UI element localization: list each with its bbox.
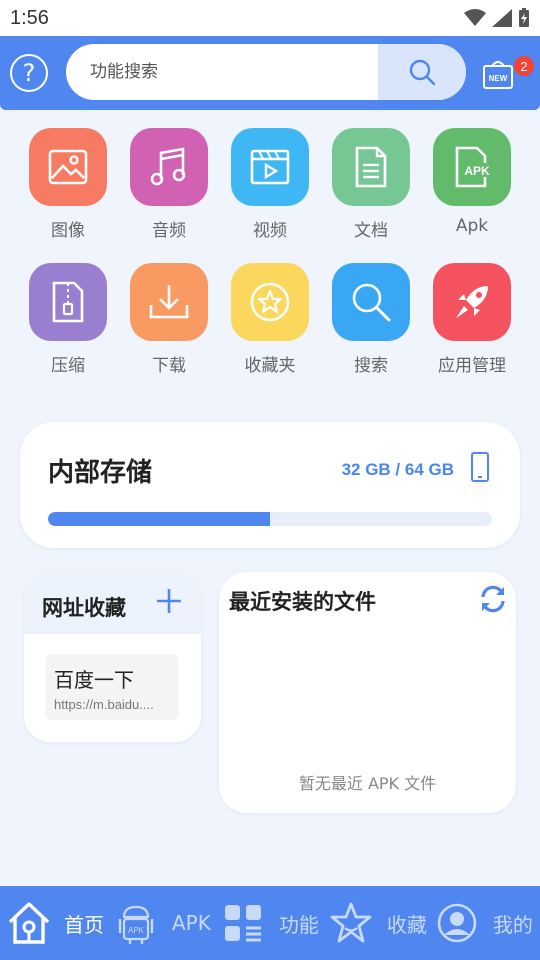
profile-icon: [437, 903, 477, 943]
nav-label: 我的: [492, 912, 533, 937]
question-circle-icon: ?: [22, 59, 36, 87]
app-search[interactable]: 搜索: [321, 263, 421, 376]
app-label: 音频: [152, 221, 186, 241]
notification-badge: 2: [514, 56, 534, 76]
app-audio[interactable]: 音频: [119, 128, 219, 241]
app-label: 收藏夹: [244, 356, 296, 376]
battery-icon: [519, 8, 529, 27]
nav-label: 功能: [278, 912, 319, 937]
app-label: 图像: [51, 221, 85, 241]
nav-profile[interactable]: 我的: [437, 886, 533, 960]
storage-card[interactable]: 内部存储 32 GB / 64 GB: [20, 422, 520, 548]
search-button[interactable]: [378, 44, 466, 100]
app-download[interactable]: 下载: [119, 263, 219, 376]
recent-title: 最近安装的文件: [229, 590, 376, 614]
home-icon: [8, 902, 50, 944]
app-video[interactable]: 视频: [220, 128, 320, 241]
apk-icon: APK: [433, 128, 511, 206]
search-icon: [409, 59, 436, 86]
bookmark-card: 网址收藏 百度一下 https://m.baidu....: [24, 572, 201, 742]
status-bar: 1:56: [0, 0, 540, 36]
app-label: 应用管理: [438, 356, 506, 376]
bookmark-header: 网址收藏: [24, 572, 201, 634]
app-label: 搜索: [354, 356, 388, 376]
app-favorites[interactable]: 收藏夹: [220, 263, 320, 376]
app-apk[interactable]: APK Apk: [422, 128, 522, 241]
recent-installs-card: 最近安装的文件 暂无最近 APK 文件: [219, 572, 516, 813]
nav-favorites[interactable]: 收藏: [329, 886, 427, 960]
document-icon: [332, 128, 410, 206]
app-image[interactable]: 图像: [18, 128, 118, 241]
feature-row: 压缩 下载 收藏夹 搜索 应用管理: [18, 263, 522, 376]
feature-row: 图像 音频 视频 文档 APK Apk: [18, 128, 522, 241]
app-label: 文档: [354, 221, 388, 241]
nav-apk[interactable]: APK APK: [118, 886, 211, 960]
bookmark-item[interactable]: 百度一下 https://m.baidu....: [46, 654, 178, 720]
search-bar: [66, 44, 466, 100]
app-label: 下载: [152, 356, 186, 376]
search-input[interactable]: [66, 44, 378, 100]
bookmark-item-title: 百度一下: [54, 668, 134, 692]
rocket-icon: [433, 263, 511, 341]
app-zip[interactable]: 压缩: [18, 263, 118, 376]
video-icon: [231, 128, 309, 206]
svg-text:APK: APK: [128, 926, 145, 935]
new-apps-button[interactable]: NEW: [482, 58, 514, 90]
download-icon: [130, 263, 208, 341]
image-icon: [29, 128, 107, 206]
grid-icon: [224, 905, 261, 942]
add-bookmark-button[interactable]: [154, 586, 184, 616]
music-icon: [130, 128, 208, 206]
nav-home[interactable]: 首页: [6, 886, 104, 960]
star-icon: [231, 263, 309, 341]
bookmark-title: 网址收藏: [42, 596, 126, 620]
status-icons: [464, 8, 530, 28]
star-icon: [330, 902, 372, 943]
phone-icon: [471, 452, 489, 482]
nav-label: 收藏: [386, 912, 427, 937]
app-document[interactable]: 文档: [321, 128, 421, 241]
nav-features[interactable]: 功能: [223, 886, 319, 960]
storage-progress-bar: [48, 512, 492, 526]
new-label: NEW: [489, 74, 508, 83]
storage-title: 内部存储: [48, 458, 153, 488]
app-manager[interactable]: 应用管理: [422, 263, 522, 376]
bottom-nav: 首页 APK APK 功能 收藏 我的: [0, 886, 540, 960]
app-label: 视频: [253, 221, 287, 241]
feature-grid: 图像 音频 视频 文档 APK Apk 压缩 下载 收藏夹 搜索 应用管理: [18, 128, 522, 398]
status-time: 1:56: [10, 6, 49, 29]
search-icon: [332, 263, 410, 341]
storage-size: 32 GB / 64 GB: [341, 460, 454, 479]
storage-progress-fill: [48, 512, 270, 526]
recent-empty-text: 暂无最近 APK 文件: [298, 774, 437, 793]
nav-label: 首页: [64, 912, 104, 937]
signal-icon: [492, 9, 512, 27]
help-button[interactable]: ?: [10, 54, 48, 92]
nav-label: APK: [172, 911, 211, 935]
app-label: 压缩: [51, 356, 85, 376]
svg-text:APK: APK: [464, 164, 490, 178]
top-header: ? NEW 2: [0, 36, 540, 110]
android-apk-icon: APK: [118, 905, 154, 944]
zip-icon: [29, 263, 107, 341]
app-label: Apk: [455, 216, 489, 236]
refresh-icon[interactable]: [478, 584, 508, 614]
main-panel: 图像 音频 视频 文档 APK Apk 压缩 下载 收藏夹 搜索 应用管理 内部…: [0, 116, 540, 886]
bookmark-item-url: https://m.baidu....: [54, 697, 154, 712]
wifi-icon: [464, 9, 486, 26]
